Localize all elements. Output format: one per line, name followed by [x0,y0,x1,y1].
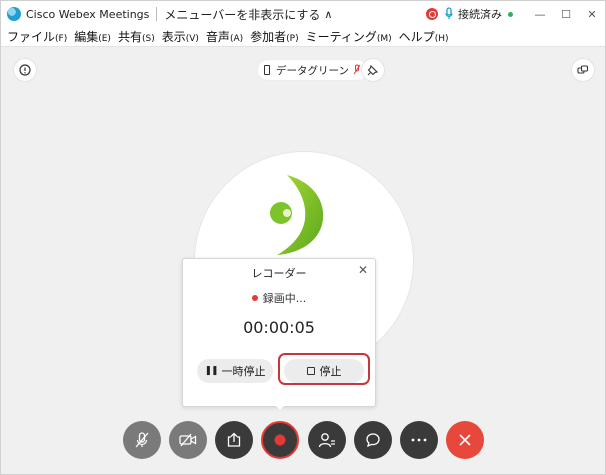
record-button[interactable] [261,421,299,459]
end-meeting-icon [459,434,471,446]
menu-file-key: (F) [55,34,68,44]
menu-edit-key: (E) [98,34,111,44]
meeting-info-button[interactable] [13,58,37,82]
hide-menubar-button[interactable]: メニューバーを非表示にする ∧ [164,6,332,23]
maximize-icon: ☐ [561,7,571,21]
more-icon [411,438,427,442]
connection-status: 接続済み [458,8,502,21]
pin-icon [367,64,379,76]
recording-dot-icon [251,295,258,301]
recorder-close-button[interactable]: ✕ [358,263,368,277]
record-icon [274,434,286,446]
menu-meeting-label: ミーティング [305,30,377,44]
menu-view-key: (V) [185,34,199,44]
menu-audio-label: 音声 [205,30,230,44]
recording-status: 録画中... [183,290,375,306]
menu-file[interactable]: ファイル(F) [7,28,67,45]
recording-status-text: 録画中... [262,292,307,305]
menu-bar: ファイル(F) 編集(E) 共有(S) 表示(V) 音声(A) 参加者(P) ミ… [1,27,605,47]
network-status[interactable]: データグリーン [257,59,368,81]
minimize-button[interactable]: — [527,1,553,27]
chat-icon [366,433,380,448]
menu-file-label: ファイル [7,30,56,44]
menu-share-label: 共有 [117,30,142,44]
chat-button[interactable] [354,421,392,459]
pause-icon: ❚❚ [204,366,218,376]
menu-participants-label: 参加者 [250,30,287,44]
microphone-indicator-icon [444,7,454,21]
network-name: データグリーン [276,64,349,77]
recorder-title: レコーダー [251,267,307,280]
menu-help-key: (H) [434,34,449,44]
more-button[interactable] [400,421,438,459]
title-right: 接続済み — ☐ ✕ [426,1,605,27]
mic-muted-indicator-icon [353,64,361,75]
popup-pointer [272,402,288,410]
hide-menubar-label: メニューバーを非表示にする [164,7,321,22]
video-button[interactable] [169,421,207,459]
end-meeting-button[interactable] [446,421,484,459]
info-icon [19,64,31,76]
title-bar: Cisco Webex Meetings メニューバーを非表示にする ∧ 接続済… [1,1,605,27]
title-divider [156,7,158,21]
maximize-button[interactable]: ☐ [553,1,579,27]
connection-status-dot [508,11,513,17]
participants-icon [318,433,335,448]
menu-help[interactable]: ヘルプ(H) [399,28,449,45]
menu-audio-key: (A) [229,34,244,44]
menu-meeting-key: (M) [376,34,392,44]
minimize-icon: — [534,7,546,21]
webex-window: Cisco Webex Meetings メニューバーを非表示にする ∧ 接続済… [0,0,606,475]
pause-label: 一時停止 [221,365,266,378]
mic-muted-icon [135,432,149,448]
stop-button-highlight [278,353,370,385]
video-off-icon [179,433,197,447]
menu-share-key: (S) [141,34,155,44]
menu-edit[interactable]: 編集(E) [74,28,111,45]
pause-button[interactable]: ❚❚ 一時停止 [197,359,273,383]
menu-help-label: ヘルプ [398,30,435,44]
share-button[interactable] [215,421,253,459]
app-title: Cisco Webex Meetings [26,7,150,21]
menu-share[interactable]: 共有(S) [118,28,155,45]
chevron-up-icon: ∧ [324,7,333,21]
layout-button[interactable] [571,58,595,82]
webex-logo-icon [7,7,21,21]
menu-participants-key: (P) [286,34,299,44]
pin-button[interactable] [361,58,385,82]
recording-timer: 00:00:05 [243,318,315,337]
phone-icon [264,65,270,75]
close-icon: ✕ [587,7,597,21]
share-icon [227,432,241,447]
layout-icon [577,65,589,74]
menu-meeting[interactable]: ミーティング(M) [306,28,392,45]
recording-indicator-icon [426,8,438,20]
menu-audio[interactable]: 音声(A) [206,28,243,45]
menu-view-label: 表示 [161,30,186,44]
mute-button[interactable] [123,421,161,459]
webex-brand-logo-icon [265,173,325,261]
menu-participants[interactable]: 参加者(P) [250,28,298,45]
menu-edit-label: 編集 [74,30,99,44]
close-window-button[interactable]: ✕ [579,1,605,27]
menu-view[interactable]: 表示(V) [162,28,199,45]
participants-button[interactable] [308,421,346,459]
close-icon: ✕ [357,263,368,277]
